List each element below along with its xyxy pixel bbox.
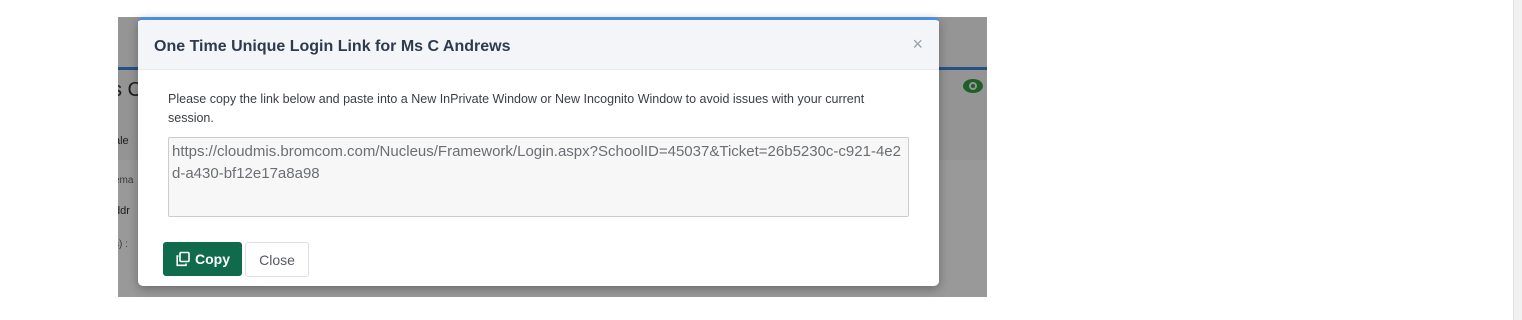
instructions-text: Please copy the link below and paste int…	[168, 92, 865, 125]
close-button[interactable]: Close	[245, 242, 309, 277]
modal-title: One Time Unique Login Link for Ms C Andr…	[154, 38, 511, 55]
close-icon[interactable]: ×	[912, 35, 923, 53]
login-link-textarea[interactable]: https://cloudmis.bromcom.com/Nucleus/Fra…	[168, 137, 909, 217]
copy-button-label: Copy	[195, 251, 230, 267]
modal-body: Please copy the link below and paste int…	[138, 70, 939, 286]
modal-header: One Time Unique Login Link for Ms C Andr…	[138, 20, 939, 70]
copy-icon	[176, 251, 190, 267]
page-scrollbar[interactable]	[1513, 0, 1522, 320]
page: s C ale ema ddr s) : One Time Unique Log…	[0, 0, 1522, 320]
login-link-modal: One Time Unique Login Link for Ms C Andr…	[138, 17, 939, 286]
copy-button[interactable]: Copy	[163, 242, 242, 276]
